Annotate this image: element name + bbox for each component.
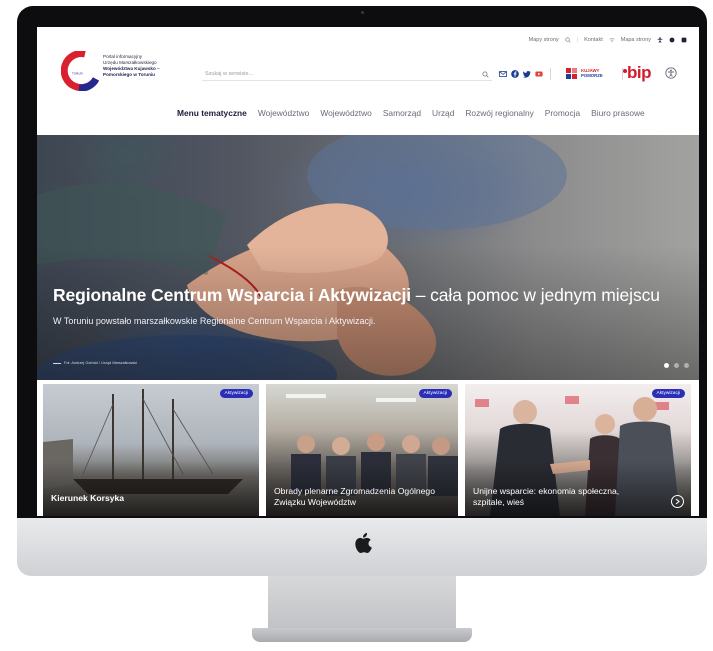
- card-badge[interactable]: Aktywizacji: [219, 389, 253, 398]
- search-icon[interactable]: [482, 70, 489, 78]
- bip-logo[interactable]: bip: [627, 63, 652, 83]
- news-card[interactable]: Aktywizacji Obrady plenarne Zgromadzenia…: [266, 384, 458, 516]
- news-card[interactable]: Aktywizacji Kierunek Korsyka: [43, 384, 259, 516]
- monitor-stand-neck: [268, 576, 456, 634]
- social-links: [499, 68, 554, 80]
- arrow-right-icon: [675, 498, 680, 505]
- search-small-icon[interactable]: [565, 37, 571, 43]
- facebook-icon[interactable]: [511, 70, 519, 78]
- slider-dots: [664, 363, 689, 368]
- card-title[interactable]: Unijne wsparcie: ekonomia społeczna, szp…: [473, 486, 648, 508]
- card-shade: [43, 461, 259, 516]
- card-badge[interactable]: Aktywizacji: [651, 389, 685, 398]
- utility-link-map[interactable]: Mapa strony: [621, 37, 651, 43]
- hero-credit: Fot. Andrzej Goiński / Urząd Marszałkows…: [53, 361, 137, 365]
- utility-bar: Mapy strony | Kontakt Mapa strony: [529, 37, 687, 43]
- svg-text:TORUŃ: TORUŃ: [72, 72, 83, 76]
- imac-mockup: Mapy strony | Kontakt Mapa strony TORUŃ …: [0, 0, 713, 651]
- monitor-stand-foot: [252, 628, 472, 642]
- main-nav: Menu tematyczne Województwo Województwo …: [177, 108, 645, 118]
- nav-item-rozwoj[interactable]: Rozwój regionalny: [465, 108, 533, 118]
- utility-link-contact[interactable]: Kontakt: [584, 37, 603, 43]
- apple-logo-icon: [355, 532, 372, 554]
- search-placeholder: Szukaj w serwisie...: [205, 71, 253, 77]
- hero-title[interactable]: Regionalne Centrum Wsparcia i Aktywizacj…: [53, 285, 660, 306]
- slider-dot-3[interactable]: [684, 363, 689, 368]
- divider: [550, 68, 551, 80]
- news-card[interactable]: Aktywizacji Unijne wsparcie: ekonomia sp…: [465, 384, 691, 516]
- font-size-icon[interactable]: [681, 37, 687, 43]
- card-title[interactable]: Obrady plenarne Zgromadzenia Ogólnego Zw…: [274, 486, 449, 508]
- search-input[interactable]: Szukaj w serwisie...: [202, 68, 492, 81]
- hero-lead: W Toruniu powstało marszałkowskie Region…: [53, 316, 376, 326]
- slider-dot-1[interactable]: [664, 363, 669, 368]
- partner-mark-icon: [566, 68, 577, 79]
- twitter-icon[interactable]: [523, 70, 531, 78]
- logo-mark-icon: TORUŃ: [61, 51, 100, 91]
- hero-title-rest: – cała pomoc w jednym miejscu: [410, 285, 660, 305]
- card-badge[interactable]: Aktywizacji: [418, 389, 452, 398]
- nav-item-urzad[interactable]: Urząd: [432, 108, 454, 118]
- contrast-icon[interactable]: [669, 37, 675, 43]
- accessibility-small-icon[interactable]: [657, 37, 663, 43]
- nav-item-biuro[interactable]: Biuro prasowe: [591, 108, 645, 118]
- camera-icon: [361, 11, 364, 14]
- hero-credit-text: Fot. Andrzej Goiński / Urząd Marszałkows…: [64, 361, 138, 365]
- utility-link-sitemap[interactable]: Mapy strony: [529, 37, 559, 43]
- logo-text: Portal informacyjny Urzędu Marszałkowski…: [103, 54, 160, 77]
- nav-item-wojewodztwo[interactable]: Województwo: [258, 108, 310, 118]
- email-icon[interactable]: [499, 70, 507, 78]
- browser-screen: Mapy strony | Kontakt Mapa strony TORUŃ …: [37, 27, 699, 516]
- youtube-icon[interactable]: [535, 70, 543, 78]
- site-logo[interactable]: TORUŃ Portal informacyjny Urzędu Marszał…: [61, 50, 211, 94]
- credit-divider: [53, 362, 61, 364]
- partner-logo-kujawy-pomorze[interactable]: KUJAWY POMORZE: [565, 65, 617, 83]
- slider-dot-2[interactable]: [674, 363, 679, 368]
- nav-item-samorzad[interactable]: Samorząd: [383, 108, 421, 118]
- partner-line-2: POMORZE: [581, 73, 603, 78]
- hero-overlay: [37, 135, 699, 380]
- nav-item-wojewodztwo-2[interactable]: Województwo: [320, 108, 372, 118]
- accessibility-icon[interactable]: [665, 67, 677, 79]
- hero-title-bold: Regionalne Centrum Wsparcia i Aktywizacj…: [53, 285, 411, 305]
- card-next-button[interactable]: [671, 495, 684, 508]
- news-cards: Aktywizacji Kierunek Korsyka Aktywizacji…: [37, 384, 699, 516]
- card-title[interactable]: Kierunek Korsyka: [51, 493, 226, 504]
- wifi-icon: [609, 37, 615, 43]
- nav-item-promocja[interactable]: Promocja: [545, 108, 580, 118]
- hero-slider[interactable]: Regionalne Centrum Wsparcia i Aktywizacj…: [37, 135, 699, 380]
- nav-item-menu[interactable]: Menu tematyczne: [177, 108, 247, 118]
